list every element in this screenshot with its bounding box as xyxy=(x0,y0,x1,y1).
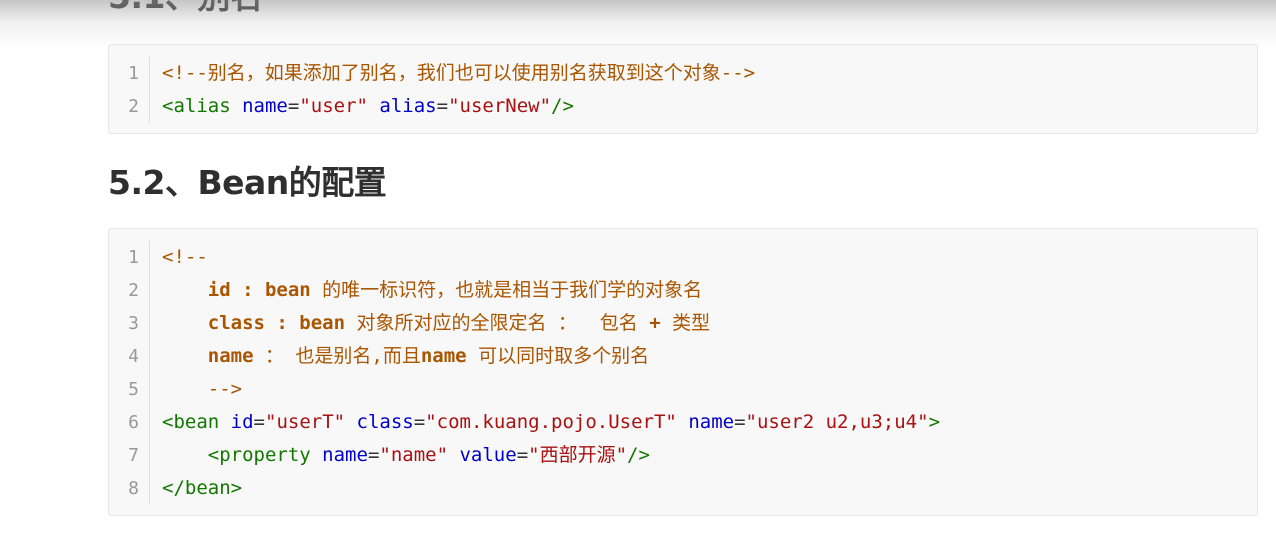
line-number: 1 xyxy=(128,63,139,84)
code-tag: > xyxy=(928,411,941,433)
code-attr: id xyxy=(230,411,254,433)
code-attr: class xyxy=(356,411,414,433)
code-area: <!-- id : bean 的唯一标识符，也就是相当于我们学的对象名 clas… xyxy=(162,241,1247,505)
code-line: name ： 也是别名,而且name 可以同时取多个别名 xyxy=(162,340,1247,373)
code-line: class : bean 对象所对应的全限定名 ： 包名 + 类型 xyxy=(162,307,1247,340)
code-tag: </bean> xyxy=(162,477,243,499)
code-line: <property name="name" value="西部开源"/> xyxy=(207,444,650,466)
code-comment-keyword: name xyxy=(207,345,254,367)
code-attr: alias xyxy=(379,95,437,117)
code-line: --> xyxy=(162,373,1247,406)
section-heading-bean: 5.2、Bean的配置 xyxy=(108,163,387,202)
code-eq: = xyxy=(287,95,300,117)
code-string: "userT" xyxy=(265,411,346,433)
line-number: 8 xyxy=(128,478,139,499)
code-comment: <!-- xyxy=(162,246,208,268)
code-comment: 的唯一标识符，也就是相当于我们学的对象名 xyxy=(310,279,703,301)
line-number-gutter: 1 2 xyxy=(109,57,150,123)
line-number: 5 xyxy=(128,379,139,400)
code-line: <!-- xyxy=(162,241,1247,274)
code-line: <bean id="userT" class="com.kuang.pojo.U… xyxy=(162,411,941,433)
code-block-bean: 1 2 3 4 5 6 7 8 <!-- id : bean 的唯一标识符，也就… xyxy=(108,228,1258,516)
code-attr: name xyxy=(688,411,735,433)
code-string: "com.kuang.pojo.UserT" xyxy=(425,411,677,433)
code-string: "name" xyxy=(379,444,449,466)
line-number: 2 xyxy=(128,96,139,117)
code-comment: --> xyxy=(207,378,243,400)
code-attr: value xyxy=(459,444,517,466)
code-comment-keyword: class : bean xyxy=(207,312,346,334)
code-string: "西部开源" xyxy=(528,444,628,466)
code-string: "user" xyxy=(299,95,368,117)
line-number-gutter: 1 2 3 4 5 6 7 8 xyxy=(109,241,150,505)
code-tag: <alias xyxy=(162,95,231,117)
code-comment: 可以同时取多个别名 xyxy=(466,345,650,367)
code-string: "userNew" xyxy=(448,95,552,117)
line-number: 6 xyxy=(128,412,139,433)
code-tag: <bean xyxy=(162,411,220,433)
line-number: 2 xyxy=(128,280,139,301)
code-comment-keyword: id : bean xyxy=(207,279,311,301)
code-attr: name xyxy=(242,95,288,117)
code-line: <alias name="user" alias="userNew"/> xyxy=(162,90,1247,123)
code-comment-keyword: + xyxy=(649,312,661,334)
code-comment: 对象所对应的全限定名 ： 包名 xyxy=(345,312,650,334)
code-comment: ： 也是别名,而且 xyxy=(253,345,421,367)
line-number: 4 xyxy=(128,346,139,367)
code-comment: <!--别名，如果添加了别名，我们也可以使用别名获取到这个对象--> xyxy=(162,62,756,84)
code-tag: /> xyxy=(551,95,574,117)
line-number: 1 xyxy=(128,247,139,268)
code-comment: 类型 xyxy=(660,312,711,334)
line-number: 3 xyxy=(128,313,139,334)
code-tag: /> xyxy=(627,444,650,466)
code-tag: <property xyxy=(207,444,311,466)
code-line: id : bean 的唯一标识符，也就是相当于我们学的对象名 xyxy=(162,274,1247,307)
code-string: "user2 u2,u3;u4" xyxy=(745,411,929,433)
code-block-alias: 1 2 <!--别名，如果添加了别名，我们也可以使用别名获取到这个对象--> <… xyxy=(108,44,1258,134)
code-attr: name xyxy=(322,444,368,466)
section-heading-alias: 5.1、别名 xyxy=(108,0,263,17)
code-comment-keyword: name xyxy=(420,345,467,367)
line-number: 7 xyxy=(128,445,139,466)
code-line: </bean> xyxy=(162,472,1247,505)
code-line: <!--别名，如果添加了别名，我们也可以使用别名获取到这个对象--> xyxy=(162,57,1247,90)
code-area: <!--别名，如果添加了别名，我们也可以使用别名获取到这个对象--> <alia… xyxy=(162,57,1247,123)
code-eq: = xyxy=(436,95,449,117)
